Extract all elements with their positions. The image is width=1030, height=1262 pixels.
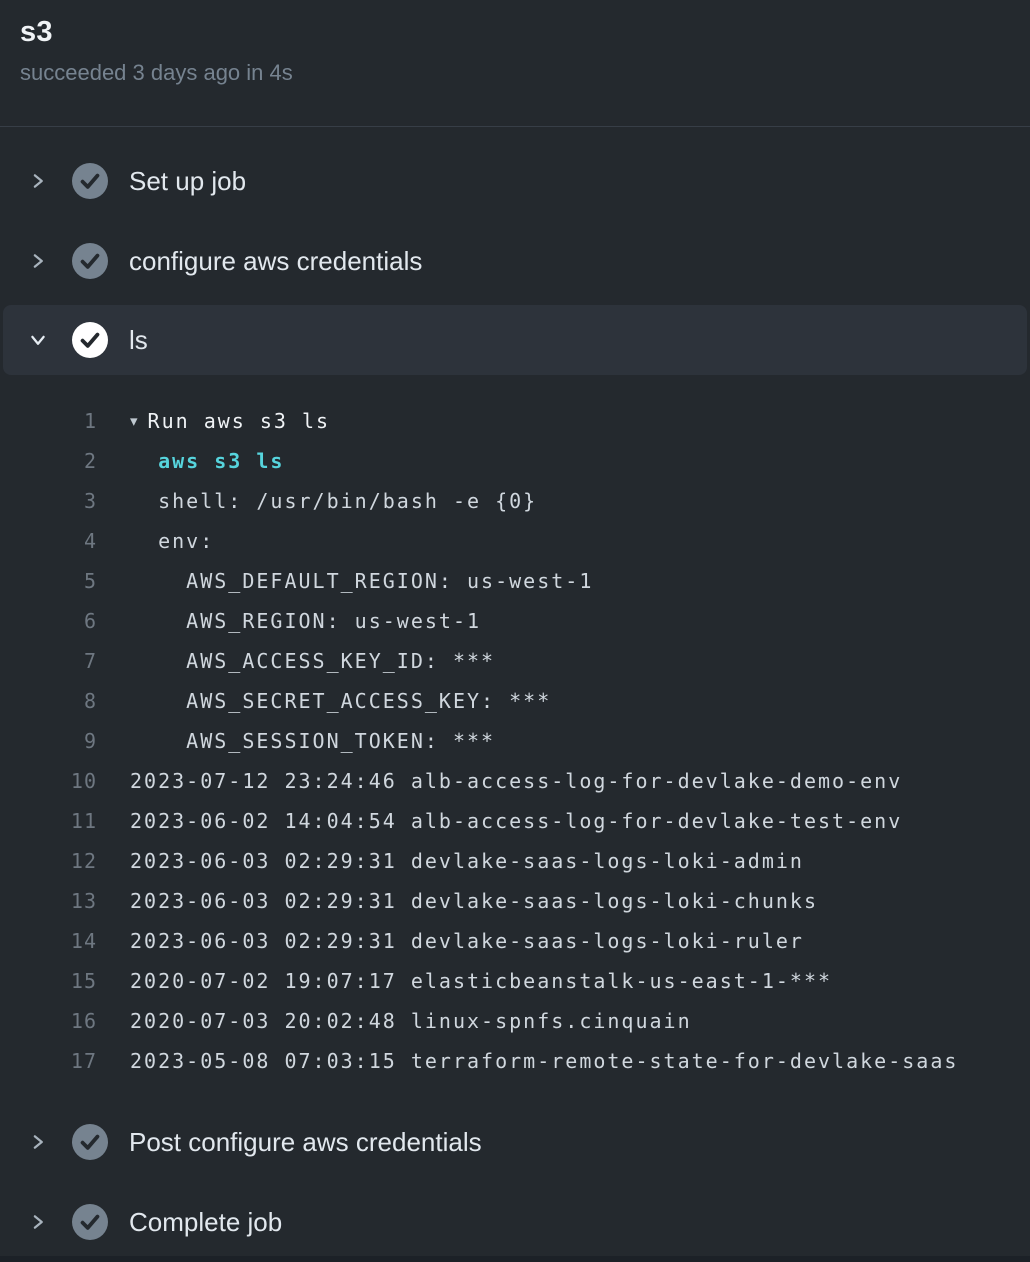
job-header: s3 succeeded 3 days ago in 4s: [0, 0, 1030, 127]
log-line: 5 AWS_DEFAULT_REGION: us-west-1: [0, 561, 1030, 601]
check-circle-icon: [72, 322, 108, 358]
log-line-text: 2020-07-02 19:07:17 elasticbeanstalk-us-…: [130, 969, 832, 993]
log-line-text: AWS_SECRET_ACCESS_KEY: ***: [130, 689, 551, 713]
chevron-down-icon: [28, 327, 48, 353]
log-line-number[interactable]: 12: [0, 849, 97, 873]
chevron-right-icon: [28, 1129, 48, 1155]
log-line-text: 2023-06-03 02:29:31 devlake-saas-logs-lo…: [130, 929, 804, 953]
log-line: 10 2023-07-12 23:24:46 alb-access-log-fo…: [0, 761, 1030, 801]
log-line: 15 2020-07-02 19:07:17 elasticbeanstalk-…: [0, 961, 1030, 1001]
check-circle-icon: [72, 1204, 108, 1240]
log-line: 13 2023-06-03 02:29:31 devlake-saas-logs…: [0, 881, 1030, 921]
log-group-toggle-icon[interactable]: ▾: [130, 412, 138, 430]
log-line-number[interactable]: 14: [0, 929, 97, 953]
log-line-number[interactable]: 13: [0, 889, 97, 913]
log-line-number[interactable]: 1: [0, 409, 97, 433]
log-line: 4 env:: [0, 521, 1030, 561]
log-line: 8 AWS_SECRET_ACCESS_KEY: ***: [0, 681, 1030, 721]
log-line-number[interactable]: 4: [0, 529, 97, 553]
log-line-number[interactable]: 17: [0, 1049, 97, 1073]
chevron-right-icon: [28, 248, 48, 274]
log-line-text: 2020-07-03 20:02:48 linux-spnfs.cinquain: [130, 1009, 692, 1033]
step-label: Post configure aws credentials: [129, 1126, 482, 1158]
log-line: 3 shell: /usr/bin/bash -e {0}: [0, 481, 1030, 521]
log-line-number[interactable]: 8: [0, 689, 97, 713]
log-line: 6 AWS_REGION: us-west-1: [0, 601, 1030, 641]
log-line-text: 2023-05-08 07:03:15 terraform-remote-sta…: [130, 1049, 958, 1073]
check-circle-icon: [72, 243, 108, 279]
job-status-line: succeeded 3 days ago in 4s: [20, 59, 1010, 87]
log-line-number[interactable]: 5: [0, 569, 97, 593]
log-line-text: 2023-06-03 02:29:31 devlake-saas-logs-lo…: [130, 889, 818, 913]
log-line-number[interactable]: 2: [0, 449, 97, 473]
step-configure-aws-credentials[interactable]: configure aws credentials: [0, 221, 1030, 301]
log-line-number[interactable]: 16: [0, 1009, 97, 1033]
log-line: 12 2023-06-03 02:29:31 devlake-saas-logs…: [0, 841, 1030, 881]
log-line-text: AWS_SESSION_TOKEN: ***: [130, 729, 495, 753]
step-ls[interactable]: ls: [3, 305, 1027, 375]
log-line-text: AWS_DEFAULT_REGION: us-west-1: [130, 569, 593, 593]
log-line-number[interactable]: 3: [0, 489, 97, 513]
bottom-edge-strip: [0, 1256, 1030, 1262]
log-line-text: 2023-06-02 14:04:54 alb-access-log-for-d…: [130, 809, 902, 833]
step-label: Set up job: [129, 165, 246, 197]
step-list: Set up job configure aws credentials ls …: [0, 127, 1030, 1262]
log-line-text: env:: [130, 529, 214, 553]
log-line-text: AWS_ACCESS_KEY_ID: ***: [130, 649, 495, 673]
check-circle-icon: [72, 1124, 108, 1160]
chevron-right-icon: [28, 168, 48, 194]
step-complete-job[interactable]: Complete job: [0, 1182, 1030, 1262]
log-line: 14 2023-06-03 02:29:31 devlake-saas-logs…: [0, 921, 1030, 961]
log-line-number[interactable]: 7: [0, 649, 97, 673]
check-circle-icon: [72, 163, 108, 199]
log-line: 1 ▾Run aws s3 ls: [0, 401, 1030, 441]
log-line-number[interactable]: 10: [0, 769, 97, 793]
log-line-number[interactable]: 15: [0, 969, 97, 993]
job-title: s3: [20, 13, 1010, 51]
log-line-text: ▾Run aws s3 ls: [130, 409, 330, 433]
step-label: configure aws credentials: [129, 245, 422, 277]
log-output: 1 ▾Run aws s3 ls 2 aws s3 ls 3 shell: /u…: [0, 375, 1030, 1102]
actions-job-log-panel: s3 succeeded 3 days ago in 4s Set up job…: [0, 0, 1030, 1262]
log-line: 17 2023-05-08 07:03:15 terraform-remote-…: [0, 1041, 1030, 1081]
log-line: 9 AWS_SESSION_TOKEN: ***: [0, 721, 1030, 761]
log-line-text: aws s3 ls: [130, 449, 284, 473]
log-line: 16 2020-07-03 20:02:48 linux-spnfs.cinqu…: [0, 1001, 1030, 1041]
step-set-up-job[interactable]: Set up job: [0, 141, 1030, 221]
log-line: 11 2023-06-02 14:04:54 alb-access-log-fo…: [0, 801, 1030, 841]
log-line-text: 2023-06-03 02:29:31 devlake-saas-logs-lo…: [130, 849, 804, 873]
log-line: 2 aws s3 ls: [0, 441, 1030, 481]
step-label: Complete job: [129, 1206, 282, 1238]
log-line-text: shell: /usr/bin/bash -e {0}: [130, 489, 537, 513]
log-line-text: AWS_REGION: us-west-1: [130, 609, 481, 633]
log-line-number[interactable]: 9: [0, 729, 97, 753]
log-line: 7 AWS_ACCESS_KEY_ID: ***: [0, 641, 1030, 681]
chevron-right-icon: [28, 1209, 48, 1235]
log-line-number[interactable]: 11: [0, 809, 97, 833]
log-line-text: 2023-07-12 23:24:46 alb-access-log-for-d…: [130, 769, 902, 793]
step-post-configure-aws-credentials[interactable]: Post configure aws credentials: [0, 1102, 1030, 1182]
step-label: ls: [129, 324, 148, 356]
log-line-number[interactable]: 6: [0, 609, 97, 633]
